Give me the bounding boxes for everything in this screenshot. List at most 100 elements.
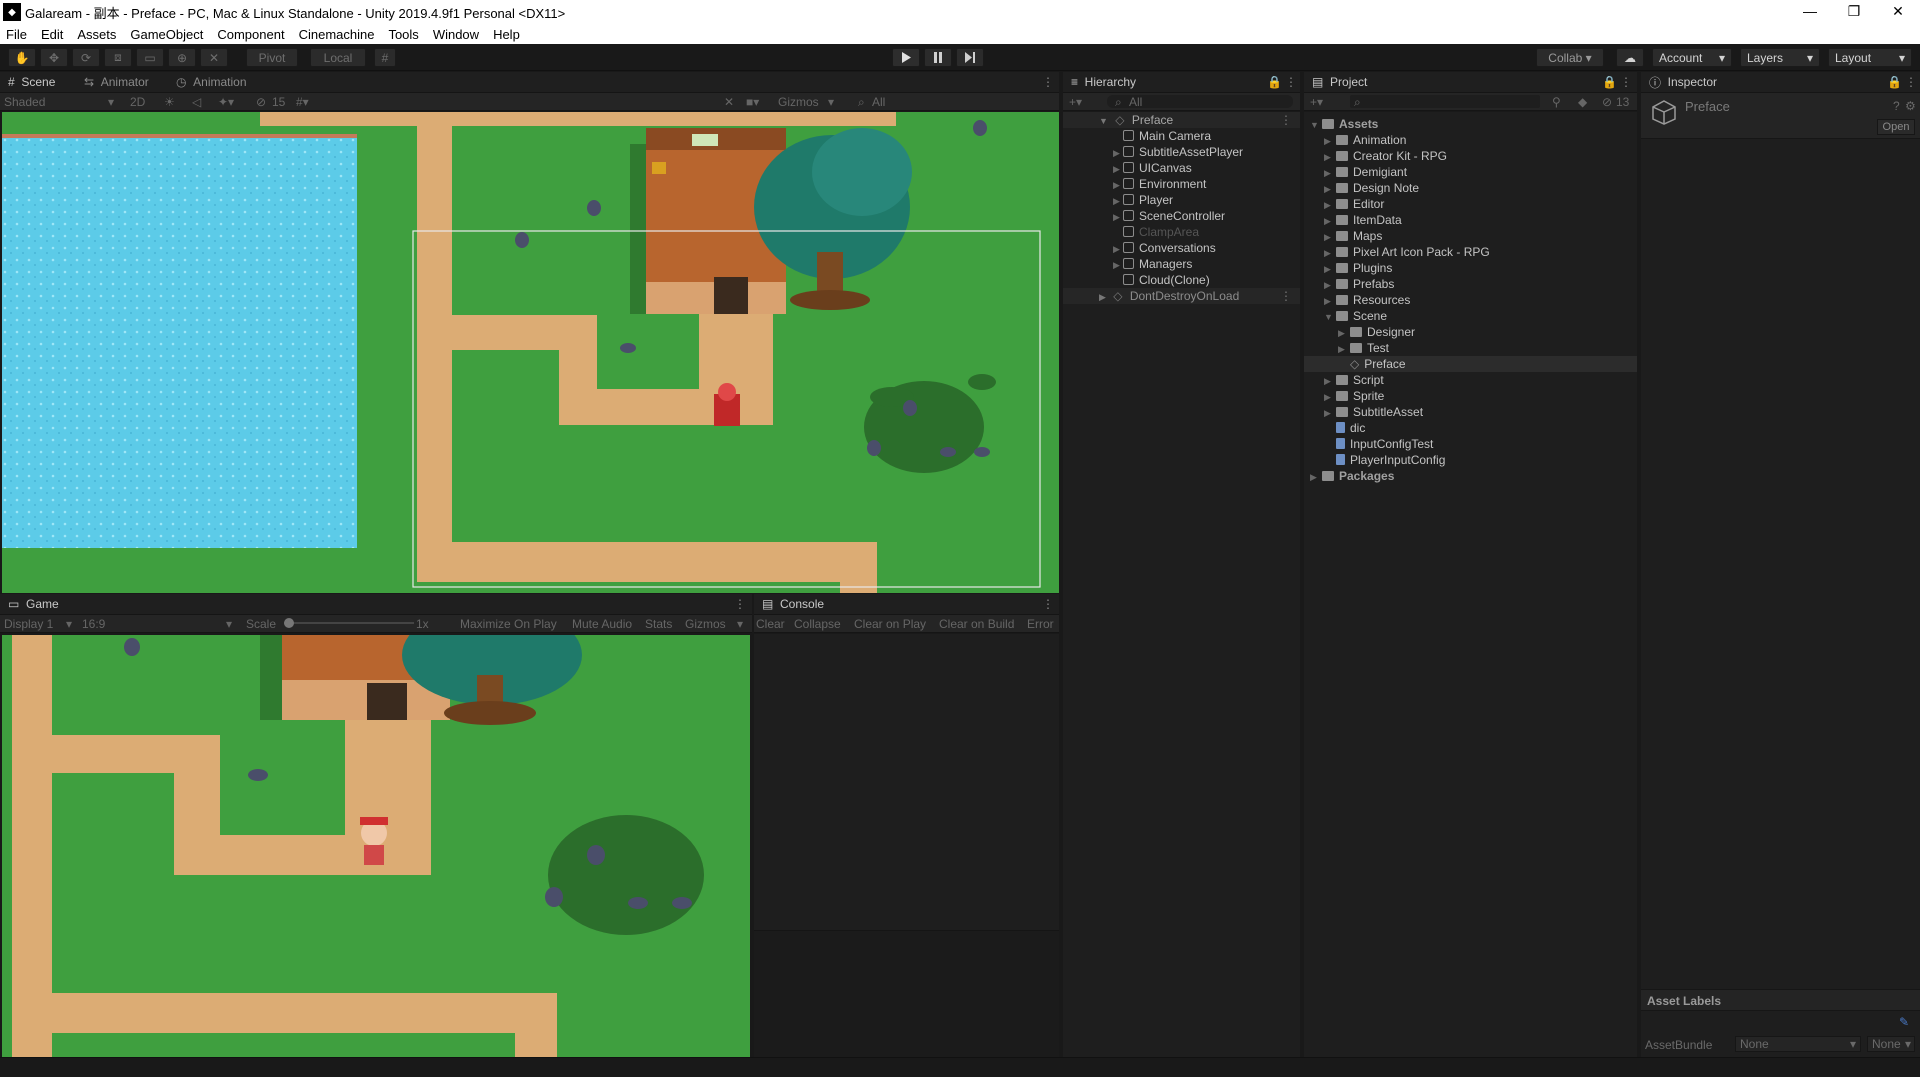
- expand-arrow-icon[interactable]: ▶: [1113, 209, 1123, 225]
- project-folder-row[interactable]: ▶ Resources: [1304, 292, 1637, 308]
- scale-slider[interactable]: [284, 622, 414, 624]
- hierarchy-item[interactable]: ▶ Managers: [1063, 256, 1300, 272]
- expand-arrow-icon[interactable]: ▶: [1113, 257, 1123, 273]
- tab-inspector[interactable]: ⓘ Inspector: [1641, 72, 1725, 92]
- display-dropdown[interactable]: Display 1: [4, 617, 53, 631]
- game-panel-menu-icon[interactable]: ⋮: [726, 594, 754, 614]
- project-folder-row[interactable]: ▶ Maps: [1304, 228, 1637, 244]
- gizmos-dropdown[interactable]: Gizmos: [778, 95, 819, 109]
- clear-on-play-toggle[interactable]: Clear on Play: [854, 617, 926, 631]
- expand-arrow-icon[interactable]: ▶: [1324, 277, 1336, 293]
- expand-arrow-icon[interactable]: ▶: [1113, 241, 1123, 257]
- minimize-button[interactable]: —: [1788, 0, 1832, 24]
- hierarchy-dontdestroy-row[interactable]: ▶ ◇ DontDestroyOnLoad ⋮: [1063, 288, 1300, 304]
- scale-slider-handle[interactable]: [284, 618, 294, 628]
- hierarchy-menu-icon[interactable]: ⋮: [1277, 72, 1305, 92]
- hierarchy-item[interactable]: ▶ SceneController: [1063, 208, 1300, 224]
- grid-toggle-icon[interactable]: #▾: [296, 95, 309, 109]
- hierarchy-item[interactable]: ▶ UICanvas: [1063, 160, 1300, 176]
- display-arrow-icon[interactable]: ▾: [66, 617, 72, 631]
- stats-toggle[interactable]: Stats: [645, 617, 672, 631]
- collab-dropdown[interactable]: Collab ▾: [1536, 48, 1604, 67]
- search-by-type-icon[interactable]: ⚲: [1552, 95, 1561, 109]
- close-button[interactable]: ✕: [1876, 0, 1920, 24]
- grid-snap-icon[interactable]: #: [374, 48, 396, 67]
- lighting-toggle-icon[interactable]: ☀: [164, 95, 175, 109]
- hierarchy-item[interactable]: ▶ SubtitleAssetPlayer: [1063, 144, 1300, 160]
- audio-toggle-icon[interactable]: ◁: [192, 95, 201, 109]
- scene-menu-icon[interactable]: ⋮: [1280, 112, 1292, 128]
- expand-arrow-icon[interactable]: ▶: [1113, 145, 1123, 161]
- tab-project[interactable]: ▤ Project: [1304, 72, 1375, 92]
- layout-dropdown[interactable]: Layout ▾: [1828, 48, 1912, 67]
- hierarchy-item[interactable]: ▶ Environment: [1063, 176, 1300, 192]
- expand-arrow-icon[interactable]: ▶: [1324, 389, 1336, 405]
- hierarchy-scene-row[interactable]: ▼ ◇ Preface ⋮: [1063, 112, 1300, 128]
- project-folder-row[interactable]: ▶ SubtitleAsset: [1304, 404, 1637, 420]
- project-search-input[interactable]: [1350, 95, 1540, 108]
- aspect-dropdown[interactable]: 16:9: [82, 617, 105, 631]
- step-button[interactable]: [956, 48, 984, 67]
- hierarchy-item[interactable]: ▶ Player: [1063, 192, 1300, 208]
- project-hidden-icon[interactable]: ⊘: [1602, 95, 1612, 109]
- aspect-arrow-icon[interactable]: ▾: [226, 617, 232, 631]
- tab-console[interactable]: ▤ Console: [754, 594, 832, 614]
- expand-arrow-icon[interactable]: ▶: [1338, 325, 1350, 341]
- mute-audio-toggle[interactable]: Mute Audio: [572, 617, 632, 631]
- project-create-button[interactable]: +▾: [1310, 95, 1323, 109]
- project-folder-row[interactable]: ▶ Plugins: [1304, 260, 1637, 276]
- transform-tool-icon[interactable]: ⊕: [168, 48, 196, 67]
- expand-arrow-icon[interactable]: ▶: [1324, 261, 1336, 277]
- expand-arrow-icon[interactable]: ▶: [1324, 373, 1336, 389]
- scene-panel-menu-icon[interactable]: ⋮: [1034, 72, 1062, 92]
- console-panel-menu-icon[interactable]: ⋮: [1034, 594, 1062, 614]
- tab-scene[interactable]: # Scene: [0, 72, 63, 92]
- project-folder-row[interactable]: ▶ Prefabs: [1304, 276, 1637, 292]
- console-collapse-toggle[interactable]: Collapse: [794, 617, 841, 631]
- game-view[interactable]: [2, 635, 750, 1057]
- hierarchy-item[interactable]: ▶ Conversations: [1063, 240, 1300, 256]
- clear-on-build-toggle[interactable]: Clear on Build: [939, 617, 1014, 631]
- expand-arrow-icon[interactable]: ▶: [1324, 165, 1336, 181]
- dontdestroy-menu-icon[interactable]: ⋮: [1280, 288, 1292, 304]
- expand-arrow-icon[interactable]: ▶: [1338, 341, 1350, 357]
- tab-animation[interactable]: ◷ Animation: [168, 72, 255, 92]
- game-gizmos-arrow-icon[interactable]: ▾: [737, 617, 743, 631]
- project-folder-row[interactable]: ▶ Design Note: [1304, 180, 1637, 196]
- project-folder-row[interactable]: ▶ Script: [1304, 372, 1637, 388]
- project-folder-row[interactable]: ▶ Animation: [1304, 132, 1637, 148]
- hierarchy-item[interactable]: Main Camera: [1063, 128, 1300, 144]
- move-tool-icon[interactable]: ✥: [40, 48, 68, 67]
- tools-icon[interactable]: ✕: [724, 95, 734, 109]
- menu-edit[interactable]: Edit: [41, 27, 63, 42]
- project-folder-row[interactable]: ▶ Editor: [1304, 196, 1637, 212]
- hand-tool-icon[interactable]: ✋: [8, 48, 36, 67]
- camera-icon[interactable]: ■▾: [746, 95, 759, 109]
- project-folder-row[interactable]: ▶ Packages: [1304, 468, 1637, 484]
- expand-arrow-icon[interactable]: ▼: [1310, 117, 1322, 133]
- expand-arrow-icon[interactable]: ▶: [1324, 181, 1336, 197]
- project-folder-row[interactable]: ▶ Creator Kit - RPG: [1304, 148, 1637, 164]
- menu-window[interactable]: Window: [433, 27, 479, 42]
- restore-button[interactable]: ❐: [1832, 0, 1876, 24]
- gizmos-arrow-icon[interactable]: ▾: [828, 95, 834, 109]
- scale-tool-icon[interactable]: ⧈: [104, 48, 132, 67]
- asset-bundle-dropdown[interactable]: None ▾: [1735, 1036, 1861, 1052]
- error-pause-toggle[interactable]: Error: [1027, 617, 1054, 631]
- search-by-label-icon[interactable]: ◆: [1578, 95, 1587, 109]
- project-folder-row[interactable]: ▼ Scene: [1304, 308, 1637, 324]
- project-folder-row[interactable]: ▶ Designer: [1304, 324, 1637, 340]
- label-tag-icon[interactable]: ✎: [1899, 1015, 1909, 1029]
- mode-2d-toggle[interactable]: 2D: [130, 95, 145, 109]
- layers-dropdown[interactable]: Layers ▾: [1740, 48, 1820, 67]
- project-folder-row[interactable]: ▶ Pixel Art Icon Pack - RPG: [1304, 244, 1637, 260]
- expand-arrow-icon[interactable]: ▶: [1324, 229, 1336, 245]
- menu-help[interactable]: Help: [493, 27, 520, 42]
- expand-arrow-icon[interactable]: ▶: [1310, 469, 1322, 485]
- hidden-objects-icon[interactable]: ⊘: [256, 95, 266, 109]
- inspector-menu-icon[interactable]: ⋮: [1897, 72, 1920, 92]
- tab-hierarchy[interactable]: ≡ Hierarchy: [1063, 72, 1144, 92]
- help-icon[interactable]: ?: [1893, 99, 1900, 113]
- maximize-on-play-toggle[interactable]: Maximize On Play: [460, 617, 557, 631]
- console-log-list[interactable]: [754, 634, 1059, 930]
